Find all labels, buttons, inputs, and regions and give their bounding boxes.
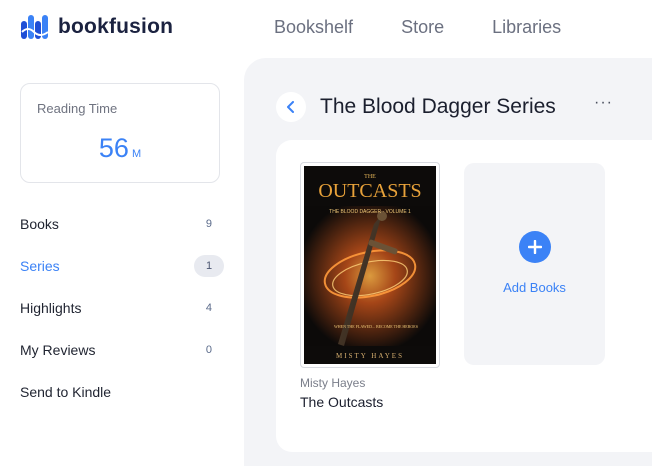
- series-books-card: THE OUTCASTS THE BLOOD DAGGER · VOLUME 1…: [276, 140, 652, 452]
- cover-tagline: WHEN THE FLAWED... BECOME THE HEROES: [334, 324, 418, 329]
- sidebar-item-my-reviews[interactable]: My Reviews 0: [0, 329, 240, 371]
- nav-store[interactable]: Store: [401, 17, 444, 38]
- reading-time-number: 56: [98, 133, 129, 163]
- logo[interactable]: bookfusion: [20, 12, 173, 42]
- cover-heading: OUTCASTS: [318, 180, 421, 202]
- sidebar-item-label: Books: [20, 216, 59, 232]
- chevron-left-icon: [287, 101, 294, 113]
- book-cover-image: THE OUTCASTS THE BLOOD DAGGER · VOLUME 1…: [304, 166, 436, 364]
- nav-libraries[interactable]: Libraries: [492, 17, 561, 38]
- top-nav: Bookshelf Store Libraries: [274, 17, 609, 38]
- more-options-icon[interactable]: ···: [594, 94, 613, 112]
- reading-time-label: Reading Time: [37, 101, 118, 116]
- sidebar-item-count: 0: [205, 344, 212, 356]
- sidebar-item-count: 1: [194, 255, 224, 277]
- sidebar-nav: Books 9 Series 1 Highlights 4 My Reviews…: [0, 203, 240, 413]
- sidebar-item-label: Highlights: [20, 300, 82, 316]
- book-author: Misty Hayes: [300, 376, 366, 390]
- nav-bookshelf[interactable]: Bookshelf: [274, 17, 353, 38]
- reading-time-card: Reading Time 56 M: [20, 83, 220, 183]
- sidebar-item-highlights[interactable]: Highlights 4: [0, 287, 240, 329]
- add-books-label: Add Books: [503, 280, 566, 295]
- cover-author: MISTY HAYES: [336, 352, 404, 360]
- back-button[interactable]: [276, 92, 306, 122]
- sidebar-item-count: 4: [205, 302, 212, 314]
- plus-icon: [519, 231, 551, 263]
- sidebar-item-books[interactable]: Books 9: [0, 203, 240, 245]
- book-title[interactable]: The Outcasts: [300, 394, 383, 410]
- sidebar-item-send-to-kindle[interactable]: Send to Kindle: [0, 371, 240, 413]
- sidebar-item-label: Send to Kindle: [20, 384, 112, 400]
- sidebar-item-count: 9: [205, 218, 212, 230]
- main-panel: The Blood Dagger Series ··· THE OUTCASTS…: [244, 58, 652, 466]
- add-books-button[interactable]: Add Books: [464, 163, 605, 365]
- reading-time-unit: M: [131, 148, 142, 160]
- logo-text: bookfusion: [58, 15, 174, 38]
- bookfusion-logo-icon: [21, 15, 49, 39]
- sidebar-item-label: My Reviews: [20, 342, 96, 358]
- sidebar-item-series[interactable]: Series 1: [0, 245, 240, 287]
- cover-subtitle: THE BLOOD DAGGER · VOLUME 1: [329, 209, 411, 215]
- book-cover[interactable]: THE OUTCASTS THE BLOOD DAGGER · VOLUME 1…: [300, 162, 440, 368]
- sidebar-item-label: Series: [20, 258, 60, 274]
- reading-time-value: 56 M: [21, 133, 219, 164]
- page-title: The Blood Dagger Series: [320, 95, 556, 118]
